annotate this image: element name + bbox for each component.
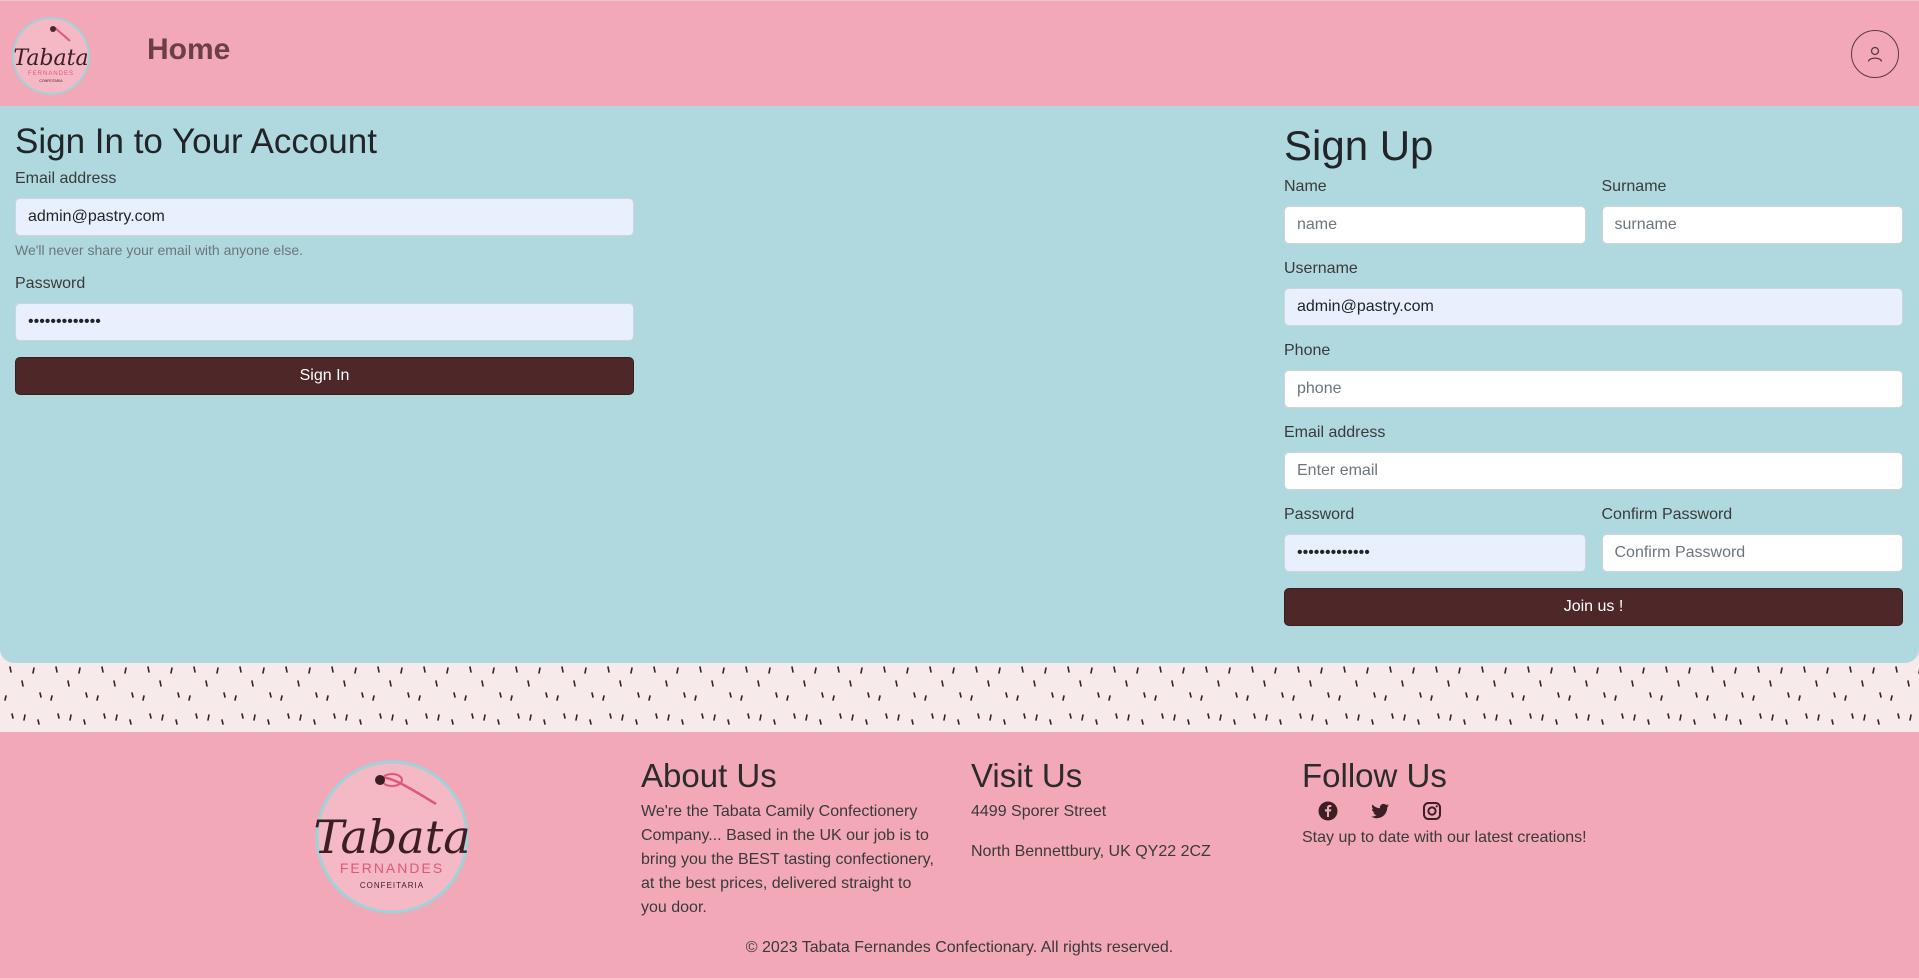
- twitter-icon[interactable]: [1370, 801, 1392, 823]
- about-text: We're the Tabata Camily Confectionery Co…: [641, 803, 934, 916]
- signin-password-label: Password: [15, 275, 86, 292]
- follow-section: Follow Us Stay up to date with our lates…: [1302, 756, 1622, 850]
- signup-surname-input[interactable]: [1601, 206, 1903, 244]
- signup-name-label: Name: [1284, 178, 1327, 195]
- join-button[interactable]: Join us !: [1284, 588, 1903, 626]
- auth-panel: Sign In to Your Account Email address We…: [0, 106, 1919, 663]
- signup-confirm-input[interactable]: [1601, 534, 1903, 572]
- signup-username-input[interactable]: [1284, 288, 1903, 326]
- signup-username-label: Username: [1284, 260, 1358, 277]
- visit-city: North Bennettbury, UK QY22 2CZ: [971, 843, 1211, 860]
- signup-phone-input[interactable]: [1284, 370, 1903, 408]
- signup-surname-label: Surname: [1601, 178, 1667, 195]
- svg-text:FERNANDES: FERNANDES: [340, 860, 444, 876]
- facebook-icon[interactable]: [1318, 801, 1340, 823]
- about-section: About Us We're the Tabata Camily Confect…: [641, 756, 941, 920]
- svg-text:CONFEITARIA: CONFEITARIA: [39, 79, 63, 83]
- instagram-icon[interactable]: [1422, 801, 1444, 823]
- follow-text: Stay up to date with our latest creation…: [1302, 829, 1587, 846]
- svg-text:Tabata: Tabata: [313, 810, 470, 864]
- brand-logo[interactable]: Tabata FERNANDES CONFEITARIA: [10, 15, 92, 97]
- signup-email-input[interactable]: [1284, 452, 1903, 490]
- sprinkles-divider: [0, 663, 1919, 732]
- signup-title: Sign Up: [1284, 122, 1434, 169]
- follow-title: Follow Us: [1302, 757, 1447, 794]
- visit-section: Visit Us 4499 Sporer Street North Bennet…: [971, 756, 1251, 864]
- copyright-text: © 2023 Tabata Fernandes Confectionary. A…: [745, 939, 1174, 956]
- top-navbar: Tabata FERNANDES CONFEITARIA Home: [0, 0, 1919, 106]
- signup-confirm-label: Confirm Password: [1601, 506, 1733, 523]
- signin-form: Sign In to Your Account Email address We…: [15, 120, 634, 395]
- svg-text:FERNANDES: FERNANDES: [28, 71, 74, 77]
- signup-password-label: Password: [1284, 506, 1355, 523]
- visit-title: Visit Us: [971, 757, 1083, 794]
- signup-password-input[interactable]: [1284, 534, 1586, 572]
- signin-password-input[interactable]: [15, 303, 634, 341]
- signup-form: Sign Up Name Surname Username Phone Emai…: [1284, 120, 1903, 626]
- signin-button[interactable]: Sign In: [15, 357, 634, 395]
- svg-text:Tabata: Tabata: [13, 46, 88, 71]
- user-icon: [1867, 46, 1883, 62]
- signin-email-help: We'll never share your email with anyone…: [15, 242, 303, 258]
- nav-home-link[interactable]: Home: [147, 33, 230, 67]
- signin-email-label: Email address: [15, 170, 117, 187]
- signup-name-input[interactable]: [1284, 206, 1586, 244]
- social-links: [1302, 800, 1622, 824]
- signup-phone-label: Phone: [1284, 342, 1331, 359]
- signin-email-input[interactable]: [15, 198, 634, 236]
- signin-title: Sign In to Your Account: [15, 122, 377, 161]
- sprinkles-pattern: [0, 663, 1919, 732]
- svg-text:CONFEITARIA: CONFEITARIA: [360, 881, 424, 890]
- footer-logo: Tabata FERNANDES CONFEITARIA: [313, 760, 471, 914]
- signup-email-label: Email address: [1284, 424, 1386, 441]
- account-button[interactable]: [1851, 30, 1899, 78]
- about-title: About Us: [641, 757, 777, 794]
- site-footer: Tabata FERNANDES CONFEITARIA About Us We…: [0, 732, 1919, 978]
- visit-street: 4499 Sporer Street: [971, 803, 1107, 820]
